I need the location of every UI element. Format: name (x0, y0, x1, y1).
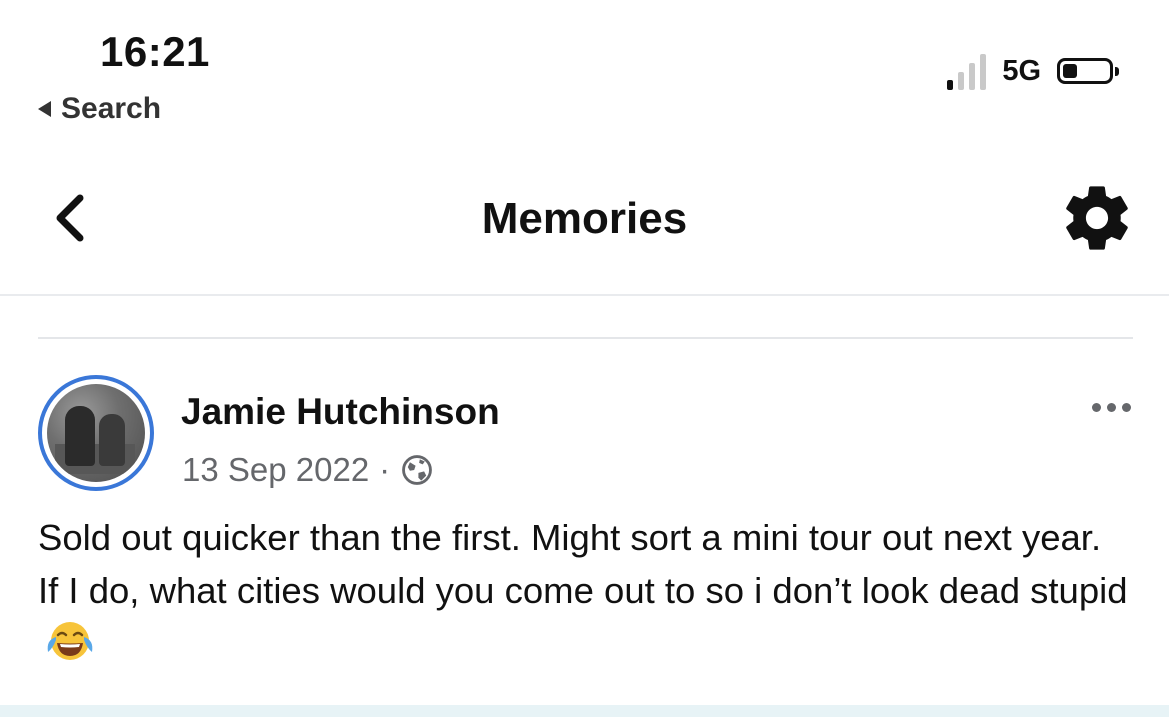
globe-icon (402, 455, 433, 485)
post-body: Sold out quicker than the first. Might s… (38, 511, 1128, 670)
face-with-tears-of-joy-icon (47, 622, 93, 660)
meta-separator: · (379, 451, 391, 488)
more-options-button[interactable] (1092, 397, 1131, 418)
battery-icon (1057, 58, 1119, 84)
post-date[interactable]: 13 Sep 2022 (182, 451, 369, 489)
status-indicators: 5G (947, 52, 1119, 90)
back-to-search-label: Search (61, 92, 162, 125)
gear-icon (1066, 186, 1128, 250)
page-title: Memories (481, 194, 688, 243)
post-text: Sold out quicker than the first. Might s… (38, 517, 1128, 611)
network-type-label: 5G (1002, 54, 1041, 87)
post-author-name[interactable]: Jamie Hutchinson (181, 391, 500, 433)
cellular-signal-icon (947, 52, 987, 90)
back-to-search-button[interactable]: Search (38, 92, 161, 126)
status-time: 16:21 (100, 28, 210, 75)
post-meta: 13 Sep 2022 · (182, 451, 434, 489)
status-bar: 16:21 Search 5G (0, 0, 1169, 150)
nav-header: Memories (0, 150, 1169, 296)
back-triangle-icon (38, 101, 51, 117)
settings-button[interactable] (1059, 180, 1135, 256)
next-section-strip (0, 705, 1169, 717)
profile-photo (47, 384, 145, 482)
avatar[interactable] (38, 375, 154, 491)
memory-post: Jamie Hutchinson 13 Sep 2022 · Sold out … (0, 339, 1169, 705)
ellipsis-icon (1092, 403, 1101, 412)
